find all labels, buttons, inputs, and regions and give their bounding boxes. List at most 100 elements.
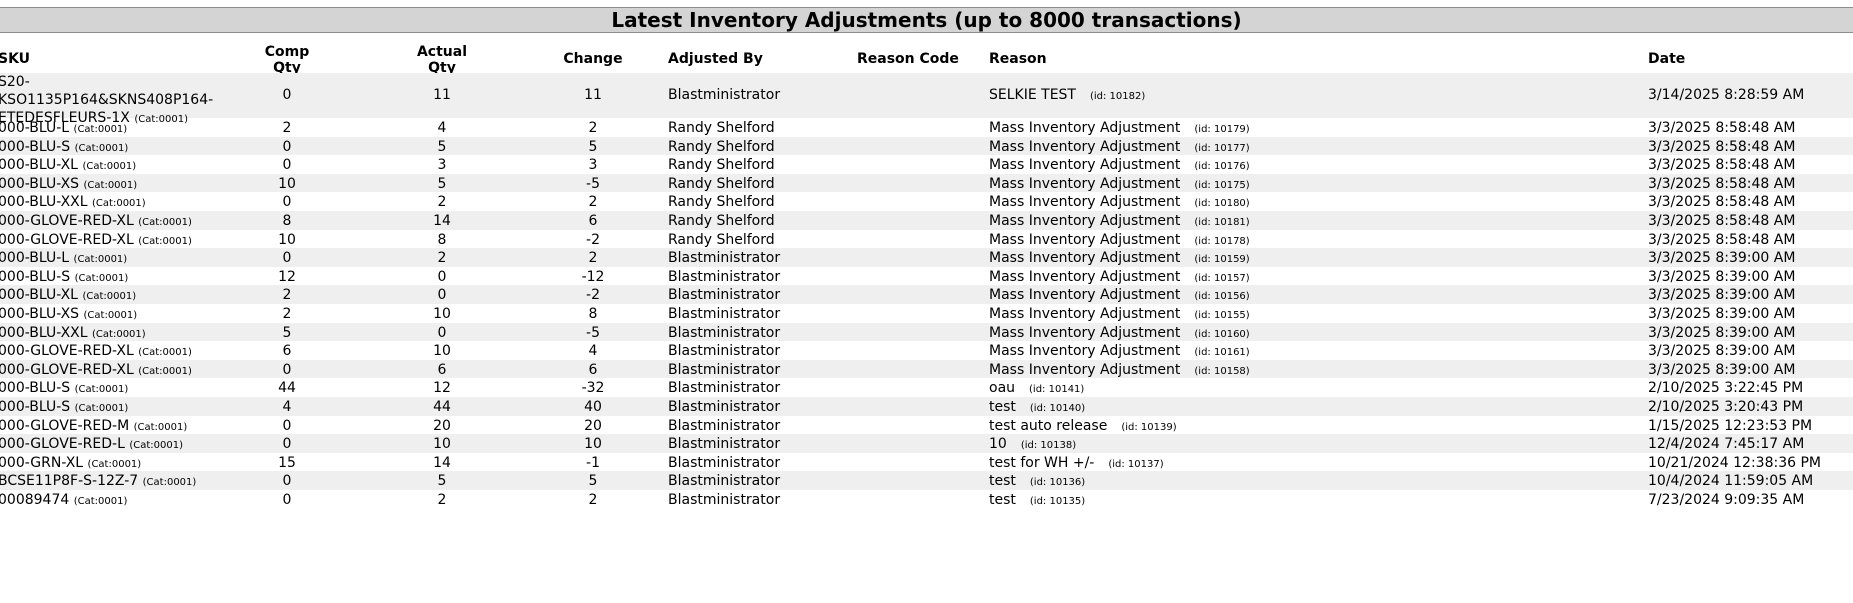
change-cell: -2 <box>586 231 600 248</box>
date-cell: 3/3/2025 8:58:48 AM <box>1648 120 1796 136</box>
change-cell: 8 <box>588 306 598 322</box>
actual-qty-cell: 14 <box>433 213 451 229</box>
table-row: 00089474 (Cat:0001) 0 2 2 Blastministrator te… <box>0 490 1853 509</box>
reason-cell: test for WH +/- (id: 10137) <box>989 455 1609 471</box>
sku-cell: 000-BLU-XS (Cat:0001) <box>0 176 248 192</box>
table-row: 000-GLOVE-RED-XL (Cat:0001) 6 10 4 Blastmini… <box>0 341 1853 360</box>
date-cell: 1/15/2025 12:23:53 PM <box>1648 417 1813 434</box>
reason-id: (id: 10179) <box>1194 124 1250 135</box>
reason-id: (id: 10135) <box>1029 496 1086 507</box>
sku-cell: 000-BLU-L (Cat:0001) <box>0 250 248 266</box>
date-cell: 10/4/2024 11:59:05 AM <box>1648 473 1814 490</box>
reason-text: SELKIE TEST <box>989 87 1076 103</box>
header-comp-qty-line1: Comp <box>264 44 310 60</box>
sku-text: 000-GLOVE-RED-XL <box>0 213 134 229</box>
reason-text: Mass Inventory Adjustment <box>989 213 1181 229</box>
change-cell: -5 <box>586 324 600 341</box>
sku-cell: 000-GLOVE-RED-L (Cat:0001) <box>0 436 248 452</box>
adjusted-by-cell: Blastministrator <box>668 250 781 267</box>
date-cell: 3/14/2025 8:28:59 AM <box>1648 87 1805 103</box>
adjusted-by-cell: Blastministrator <box>668 380 781 397</box>
actual-qty-cell: 44 <box>433 399 451 415</box>
sku-text: 000-BLU-S <box>0 268 71 285</box>
actual-qty-cell: 10 <box>433 306 451 322</box>
table-row: 000-GLOVE-RED-XL (Cat:0001) 10 8 -2 Randy Sh… <box>0 230 1853 249</box>
sku-cell: 000-BLU-S (Cat:0001) <box>0 399 248 415</box>
reason-id: (id: 10181) <box>1194 217 1250 228</box>
adjusted-by-cell: Randy Shelford <box>668 231 775 248</box>
adjusted-by-cell: Blastministrator <box>668 268 781 285</box>
reason-id: (id: 10156) <box>1194 291 1250 303</box>
change-cell: 11 <box>584 87 602 103</box>
comp-qty-cell: 0 <box>282 473 292 490</box>
actual-qty-cell: 20 <box>433 417 451 434</box>
reason-id: (id: 10140) <box>1029 403 1086 414</box>
comp-qty-cell: 8 <box>282 213 292 229</box>
table-row: 000-BLU-XL (Cat:0001) 2 0 -2 Blastministrato… <box>0 285 1853 304</box>
sku-cell: 00089474 (Cat:0001) <box>0 492 248 508</box>
sku-cell: 000-GLOVE-RED-XL (Cat:0001) <box>0 232 248 248</box>
sku-text: 000-GLOVE-RED-L <box>0 436 125 453</box>
sku-category: (Cat:0001) <box>87 458 142 470</box>
table-row: 000-BLU-XXL (Cat:0001) 5 0 -5 Blastministrat… <box>0 322 1853 342</box>
reason-text: test <box>989 473 1016 490</box>
adjusted-by-cell: Blastministrator <box>668 87 781 103</box>
actual-qty-cell: 14 <box>433 454 451 471</box>
sku-text: 000-BLU-S <box>0 399 71 415</box>
reason-cell: Mass Inventory Adjustment (id: 10160) <box>989 325 1609 341</box>
header-sku: SKU <box>0 51 31 67</box>
sku-cell: 000-GLOVE-RED-XL (Cat:0001) <box>0 362 248 378</box>
reason-cell: Mass Inventory Adjustment (id: 10157) <box>989 269 1609 285</box>
sku-cell: 000-BLU-XL (Cat:0001) <box>0 287 248 303</box>
actual-qty-cell: 0 <box>437 324 447 341</box>
sku-category: (Cat:0001) <box>92 328 146 340</box>
sku-text: 000-BLU-S <box>0 380 71 397</box>
reason-cell: Mass Inventory Adjustment (id: 10159) <box>989 250 1609 266</box>
change-cell: 20 <box>584 417 602 434</box>
change-cell: 4 <box>588 343 598 360</box>
actual-qty-cell: 2 <box>437 492 447 508</box>
table-row: 000-BLU-XL (Cat:0001) 0 3 3 Randy Shelford Ma… <box>0 155 1853 174</box>
change-cell: 40 <box>584 399 602 415</box>
actual-qty-cell: 11 <box>433 87 451 103</box>
sku-category: (Cat:0001) <box>74 403 129 414</box>
actual-qty-cell: 2 <box>437 194 447 211</box>
reason-id: (id: 10157) <box>1194 272 1250 284</box>
sku-text: 000-BLU-XXL <box>0 194 88 211</box>
comp-qty-cell: 0 <box>282 138 292 155</box>
sku-cell: 000-GLOVE-RED-XL (Cat:0001) <box>0 213 248 229</box>
sku-category: (Cat:0001) <box>73 124 128 135</box>
reason-id: (id: 10182) <box>1089 91 1146 102</box>
reason-cell: Mass Inventory Adjustment (id: 10181) <box>989 213 1609 229</box>
actual-qty-cell: 2 <box>437 250 447 267</box>
table-row: 000-BLU-S (Cat:0001) 12 0 -12 Blastministrat… <box>0 267 1853 286</box>
sku-cell: 000-BLU-XS (Cat:0001) <box>0 306 248 322</box>
sku-text: 000-GRN-XL <box>0 454 84 471</box>
report-title: Latest Inventory Adjustments (up to 8000… <box>0 7 1853 33</box>
sku-text: 000-GLOVE-RED-XL <box>0 231 134 248</box>
reason-cell: test (id: 10135) <box>989 492 1609 508</box>
sku-category: (Cat:0001) <box>82 161 137 173</box>
date-cell: 3/3/2025 8:58:48 AM <box>1648 231 1796 248</box>
comp-qty-cell: 10 <box>278 231 296 248</box>
reason-text: 10 <box>989 436 1007 453</box>
reason-id: (id: 10175) <box>1194 179 1250 191</box>
adjusted-by-cell: Randy Shelford <box>668 213 775 229</box>
reason-cell: Mass Inventory Adjustment (id: 10175) <box>989 176 1609 192</box>
table-row: 000-BLU-XXL (Cat:0001) 0 2 2 Randy Shelford M… <box>0 192 1853 211</box>
change-cell: 3 <box>588 157 598 174</box>
actual-qty-cell: 5 <box>437 175 447 192</box>
sku-text: 000-BLU-XL <box>0 287 78 304</box>
sku-text: 00089474 <box>0 492 70 508</box>
adjusted-by-cell: Randy Shelford <box>668 138 775 155</box>
adjusted-by-cell: Randy Shelford <box>668 157 775 174</box>
sku-category: (Cat:0001) <box>82 291 137 303</box>
actual-qty-cell: 0 <box>437 268 447 285</box>
actual-qty-cell: 6 <box>437 361 447 378</box>
date-cell: 3/3/2025 8:58:48 AM <box>1648 175 1796 192</box>
reason-id: (id: 10155) <box>1194 310 1250 321</box>
date-cell: 10/21/2024 12:38:36 PM <box>1648 454 1821 471</box>
reason-text: test auto release <box>989 417 1108 434</box>
table-row: 000-GLOVE-RED-XL (Cat:0001) 8 14 6 Randy She… <box>0 211 1853 230</box>
reason-cell: 10 (id: 10138) <box>989 436 1609 452</box>
